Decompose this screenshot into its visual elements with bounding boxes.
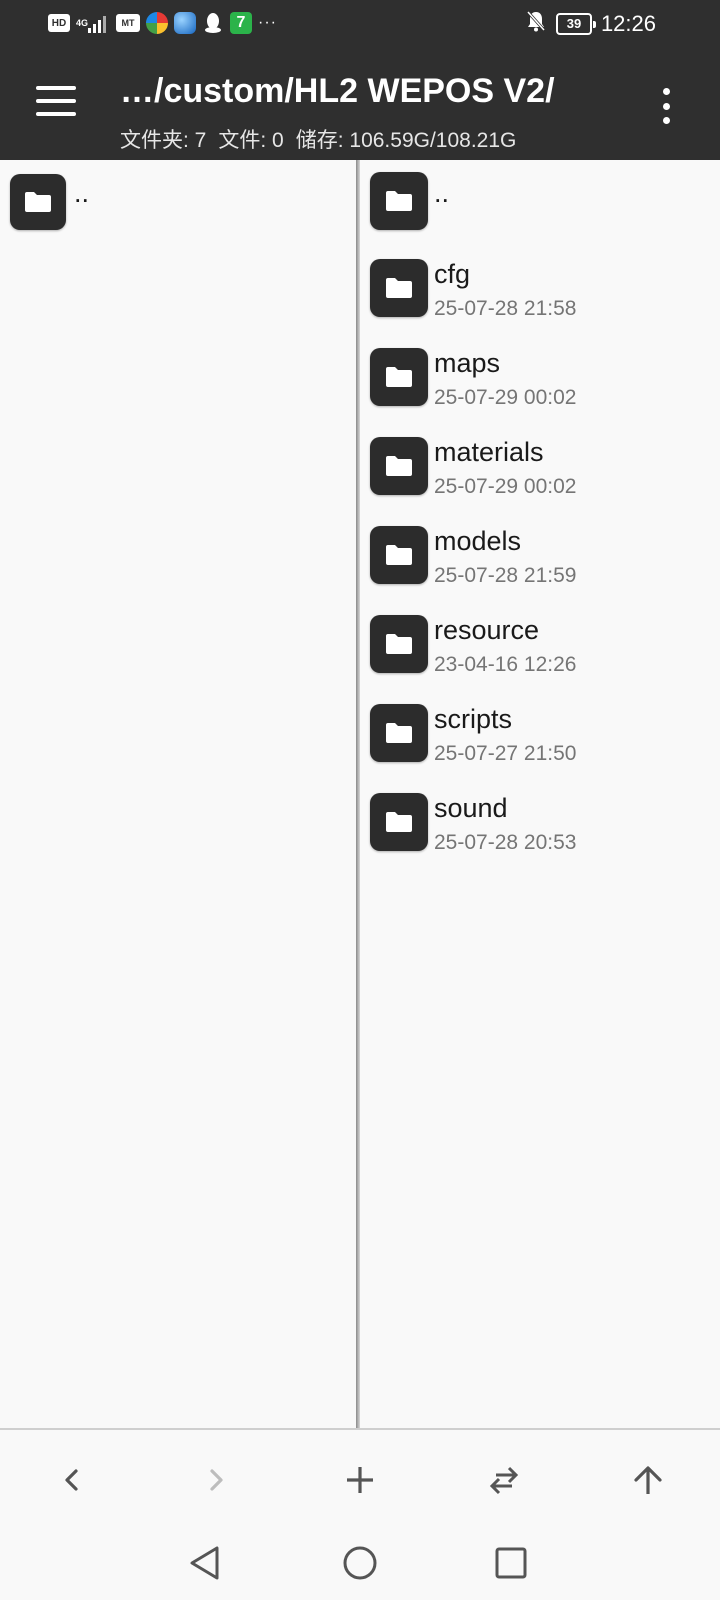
list-item[interactable]: sound 25-07-28 20:53 bbox=[360, 793, 720, 873]
folder-icon bbox=[370, 615, 428, 673]
qq-icon bbox=[202, 12, 224, 34]
item-name: maps bbox=[434, 348, 501, 378]
item-name: cfg bbox=[434, 259, 471, 289]
more-options-icon[interactable] bbox=[660, 88, 672, 124]
right-pane: .. cfg 25-07-28 21:58 maps 25-07-29 00:0… bbox=[360, 160, 720, 1428]
meituan-app-icon: MT bbox=[116, 14, 140, 32]
item-date: 25-07-28 21:58 bbox=[434, 297, 577, 320]
colorful-app-icon bbox=[146, 12, 168, 34]
files-count: 文件: 0 bbox=[218, 129, 284, 152]
up-icon bbox=[634, 1466, 662, 1494]
item-name: resource bbox=[434, 615, 540, 645]
item-date: 25-07-29 00:02 bbox=[434, 475, 577, 498]
status-icons-right: 39 bbox=[526, 10, 596, 37]
browser-app-icon bbox=[174, 12, 196, 34]
bell-off-icon bbox=[526, 10, 546, 37]
item-name: .. bbox=[434, 178, 450, 208]
battery-icon: 39 bbox=[556, 12, 596, 35]
status-icons-left: HD 4G MT 7 ··· bbox=[48, 12, 277, 34]
folder-icon bbox=[370, 348, 428, 406]
item-date: 25-07-27 21:50 bbox=[434, 742, 577, 765]
menu-icon[interactable] bbox=[36, 86, 76, 116]
folders-count: 文件夹: 7 bbox=[120, 129, 207, 152]
item-date: 23-04-16 12:26 bbox=[434, 653, 577, 676]
add-icon bbox=[347, 1467, 373, 1493]
folder-summary: 文件夹: 7 文件: 0 储存: 106.59G/108.21G bbox=[120, 124, 528, 154]
clock: 12:26 bbox=[600, 11, 656, 36]
item-name: .. bbox=[74, 178, 90, 208]
system-nav-bar bbox=[0, 1528, 720, 1600]
signal-icon: 4G bbox=[76, 12, 110, 34]
item-name: models bbox=[434, 526, 522, 556]
folder-icon bbox=[370, 437, 428, 495]
more-notifications-icon: ··· bbox=[258, 14, 277, 31]
nav-back-icon bbox=[190, 1546, 219, 1580]
up-button[interactable] bbox=[618, 1450, 678, 1510]
swap-icon bbox=[489, 1466, 519, 1495]
list-item[interactable]: maps 25-07-29 00:02 bbox=[360, 348, 720, 428]
item-date: 25-07-28 20:53 bbox=[434, 831, 577, 854]
back-icon bbox=[65, 1469, 78, 1491]
left-pane: .. bbox=[0, 160, 357, 1428]
folder-icon bbox=[370, 526, 428, 584]
hd-icon: HD bbox=[48, 14, 70, 32]
nav-recents-icon bbox=[495, 1547, 527, 1579]
app-7-icon: 7 bbox=[230, 12, 252, 34]
list-item[interactable]: models 25-07-28 21:59 bbox=[360, 526, 720, 606]
nav-home-button[interactable] bbox=[335, 1538, 385, 1588]
network-type-label: 4G bbox=[76, 18, 89, 28]
folder-icon bbox=[370, 172, 428, 230]
list-item[interactable]: cfg 25-07-28 21:58 bbox=[360, 259, 720, 339]
folder-icon bbox=[370, 793, 428, 851]
forward-button[interactable] bbox=[186, 1450, 246, 1510]
folder-icon bbox=[370, 259, 428, 317]
list-item[interactable]: scripts 25-07-27 21:50 bbox=[360, 704, 720, 784]
nav-home-icon bbox=[343, 1546, 377, 1580]
storage-info: 储存: 106.59G/108.21G bbox=[295, 129, 517, 152]
folder-icon bbox=[10, 174, 66, 230]
folder-icon bbox=[370, 704, 428, 762]
list-item-parent[interactable]: .. bbox=[360, 172, 720, 252]
list-item[interactable]: resource 23-04-16 12:26 bbox=[360, 615, 720, 695]
add-button[interactable] bbox=[330, 1450, 390, 1510]
back-button[interactable] bbox=[42, 1450, 102, 1510]
swap-panes-button[interactable] bbox=[474, 1450, 534, 1510]
bottom-toolbar bbox=[0, 1428, 720, 1528]
nav-back-button[interactable] bbox=[180, 1538, 230, 1588]
forward-icon bbox=[210, 1469, 223, 1491]
item-name: materials bbox=[434, 437, 544, 467]
list-item-parent[interactable]: .. bbox=[0, 170, 357, 250]
status-bar: HD 4G MT 7 ··· 39 12:26 bbox=[0, 0, 720, 52]
app-bar: …/custom/HL2 WEPOS V2/ 文件夹: 7 文件: 0 储存: 10… bbox=[0, 52, 720, 160]
item-name: scripts bbox=[434, 704, 513, 734]
item-date: 25-07-28 21:59 bbox=[434, 564, 577, 587]
item-date: 25-07-29 00:02 bbox=[434, 386, 577, 409]
nav-recents-button[interactable] bbox=[486, 1538, 536, 1588]
list-item[interactable]: materials 25-07-29 00:02 bbox=[360, 437, 720, 517]
item-name: sound bbox=[434, 793, 508, 823]
path-title: …/custom/HL2 WEPOS V2/ bbox=[120, 72, 555, 110]
